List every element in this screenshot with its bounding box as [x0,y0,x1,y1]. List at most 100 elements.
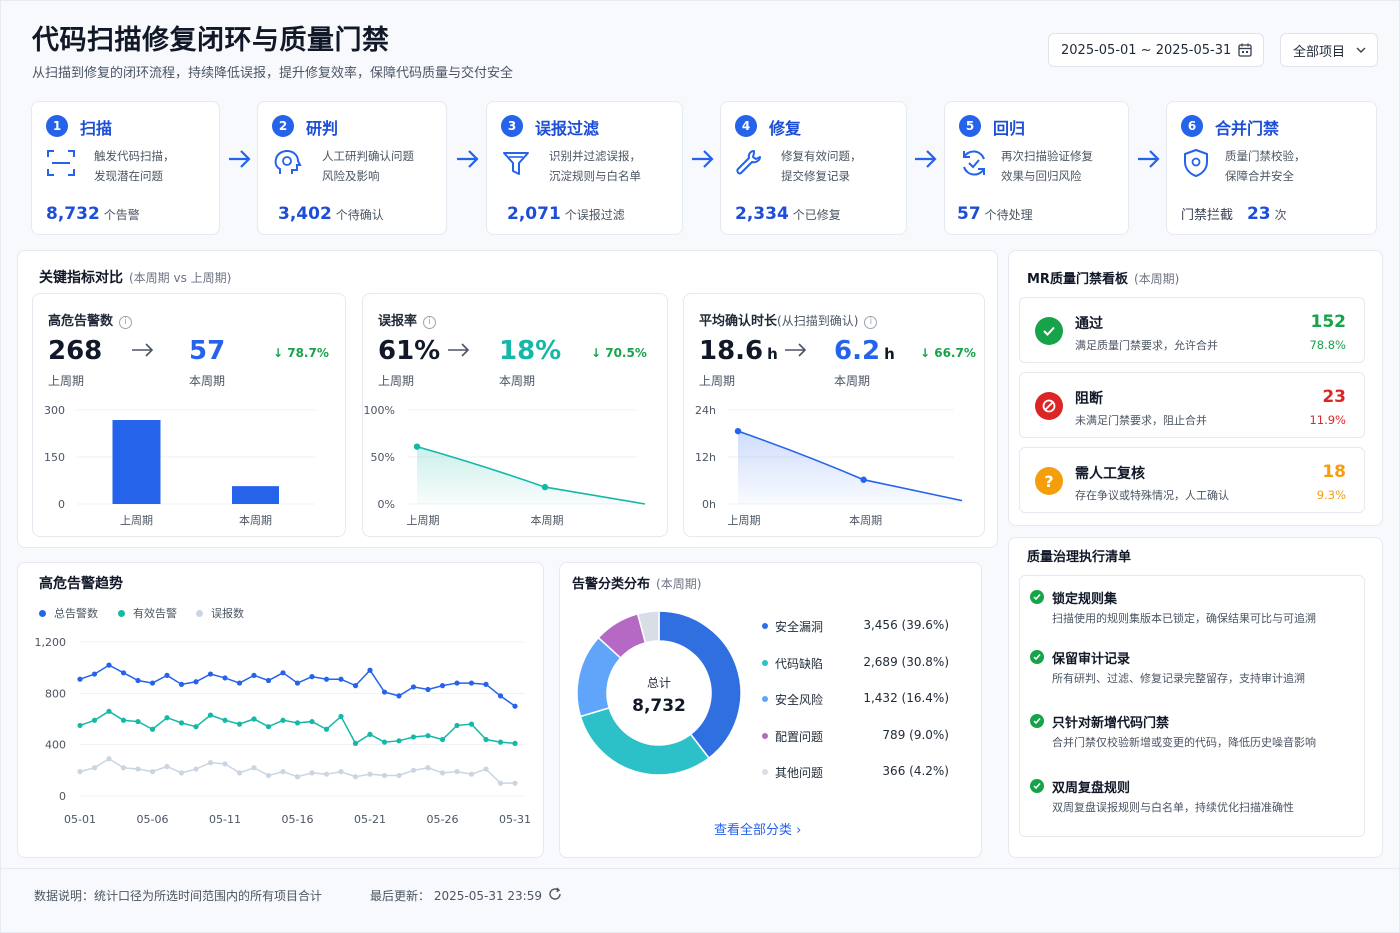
category-value: 3,456 (39.6%) [863,618,949,632]
data-point [425,733,431,739]
info-icon: i [119,316,133,329]
data-point [236,721,243,727]
y-tick-label: 400 [45,739,66,752]
data-point [309,718,315,725]
x-tick-label: 上周期 [120,514,153,527]
y-tick-label: 0 [59,790,66,803]
legend-total[interactable]: 总告警数 [39,605,98,621]
kpi-card-false-positive: 误报率 i 61% 18% 上周期 本周期 ↓ 70.5% 0% 50% 100% 上周… [362,293,668,537]
step-number: 4 [735,115,757,137]
data-point [164,715,170,721]
distribution-row: 其他问题 366 (4.2%) [762,764,962,782]
data-point [367,667,373,673]
kpi-delta: ↓ 66.7% [920,346,976,360]
category-name: 安全漏洞 [775,620,824,634]
data-point [468,721,475,727]
data-point [367,731,373,737]
x-tick-label: 本周期 [531,513,564,527]
kpi-delta: ↓ 78.7% [273,346,329,360]
distribution-row: 安全风险 1,432 (16.4%) [762,691,962,709]
data-point [280,717,286,723]
category-value: 1,432 (16.4%) [863,691,949,705]
data-point [236,680,243,686]
data-point [309,674,315,680]
kpi-cur-label: 本周期 [834,374,871,388]
step-name: 合并门禁 [1215,119,1280,138]
data-point [77,676,83,682]
step-card-merge-gate[interactable]: 6 合并门禁 质量门禁校验， 保障合并安全 门禁拦截 23 次 [1166,101,1377,235]
step-name: 扫描 [80,119,113,138]
legend-false-positive[interactable]: 误报数 [196,605,244,621]
data-point [265,772,272,779]
project-select[interactable]: 全部项目 [1280,33,1378,67]
legend-dot [762,623,768,629]
data-point [338,769,344,775]
date-range-value: 2025-05-01 ~ 2025-05-31 [1061,42,1232,58]
gate-row-pass[interactable]: 通过 满足质量门禁要求，允许合并 152 78.8% [1019,297,1365,363]
y-tick-label: 100% [364,404,395,417]
view-all-categories-link[interactable]: 查看全部分类 › [714,819,801,838]
kpi-card-high-risk: 高危告警数 i 268 57 上周期 本周期 ↓ 78.7% 0 150 300 上周期… [32,293,346,537]
x-tick-label: 本周期 [849,513,882,527]
data-point [734,427,742,435]
check-icon [1030,650,1044,664]
step-card-fix[interactable]: 4 修复 修复有效问题， 提交修复记录 2,334 个已修复 [720,101,907,235]
gate-desc: 未满足门禁要求，阻止合并 [1075,414,1207,427]
data-point [352,740,359,746]
data-point [468,771,475,777]
data-point [454,769,460,775]
step-number: 6 [1181,115,1203,137]
data-point [149,680,156,686]
data-point [265,677,272,684]
step-card-regression[interactable]: 5 回归 再次扫描验证修复 效果与回归风险 57 个待处理 [944,101,1129,235]
kpi-name: 平均确认时长(从扫描到确认) i [699,310,878,329]
step-desc: 质量门禁校验， 保障合并安全 [1225,149,1306,183]
gate-count: 23 [1322,387,1346,407]
category-name: 配置问题 [775,729,824,744]
data-point [381,689,388,695]
data-point [193,766,199,772]
step-card-scan[interactable]: 1 扫描 触发代码扫描， 发现潜在问题 8,732 个告警 [31,101,220,235]
legend-valid[interactable]: 有效告警 [118,605,177,621]
data-point [497,780,504,786]
date-range-picker[interactable]: 2025-05-01 ~ 2025-05-31 [1048,33,1264,67]
distribution-row: 安全漏洞 3,456 (39.6%) [762,618,962,636]
data-point [396,738,402,744]
data-point [381,772,388,779]
question-icon: ? [1035,467,1063,495]
arrow-right-icon [915,150,937,168]
step-number: 3 [501,115,523,137]
step-name: 研判 [306,119,339,138]
data-point [860,476,867,483]
check-icon [1030,590,1044,604]
calendar-icon [1238,43,1252,57]
data-point [367,771,373,777]
step-metric: 2,071 个误报过滤 [507,204,625,224]
arrow-right-icon [785,343,807,357]
gate-count: 18 [1322,462,1346,482]
data-point [323,771,330,777]
legend-dot [762,696,768,702]
data-point [106,662,112,668]
x-tick-label: 上周期 [407,514,440,527]
data-point [77,769,83,775]
y-tick-label: 50% [371,451,395,464]
kpi-section-title: 关键指标对比 (本周期 vs 上周期) [39,270,232,286]
chevron-down-icon [1356,47,1366,53]
data-point [541,483,549,491]
block-icon [1035,392,1063,420]
check-circle-icon [1035,317,1063,345]
x-tick-label: 05-21 [354,813,386,826]
data-point [294,720,301,726]
data-point [352,774,359,780]
gate-row-block[interactable]: 阻断 未满足门禁要求，阻止合并 23 11.9% [1019,372,1365,438]
data-point [280,670,286,676]
kpi-cur-label: 本周期 [189,374,226,388]
data-point [222,717,228,723]
gate-row-review[interactable]: ? 需人工复核 存在争议或特殊情况，人工确认 18 9.3% [1019,447,1365,513]
step-card-triage[interactable]: 2 研判 人工研判确认问题 风险及影响 3,402 个待确认 [257,101,447,235]
step-card-filter[interactable]: 3 误报过滤 识别并过滤误报， 沉淀规则与白名单 2,071 个误报过滤 [486,101,683,235]
data-point [251,672,257,678]
refresh-icon[interactable] [548,887,562,901]
gate-desc: 存在争议或特殊情况，人工确认 [1075,489,1229,502]
